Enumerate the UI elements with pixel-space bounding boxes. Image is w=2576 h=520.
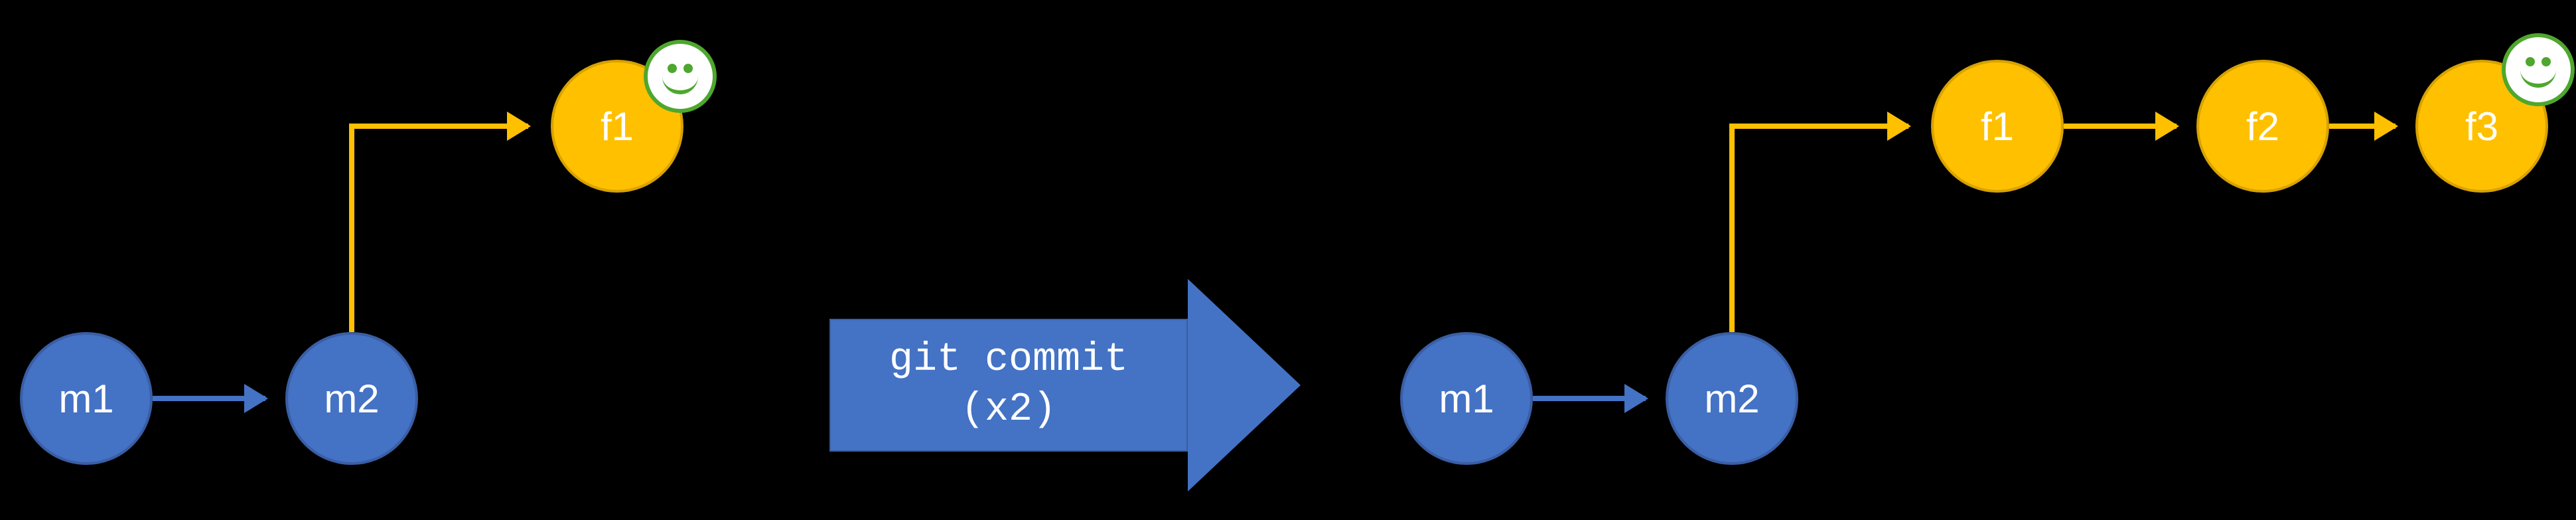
- right-edge-f1-f2: [2064, 124, 2177, 129]
- left-commit-m2: m2: [285, 332, 418, 465]
- commit-label: m2: [1704, 376, 1759, 422]
- commit-label: m1: [1439, 376, 1494, 422]
- left-edge-m2-f1-horizontal: [349, 124, 528, 129]
- commit-label: f1: [601, 104, 634, 149]
- commit-label: f2: [2246, 104, 2279, 149]
- action-arrow-head: [1188, 279, 1301, 491]
- right-commit-m2: m2: [1666, 332, 1798, 465]
- action-repeat: (x2): [961, 385, 1056, 435]
- commit-label: m2: [324, 376, 379, 422]
- left-edge-m1-m2: [153, 396, 265, 401]
- right-edge-m2-f1-horizontal: [1729, 124, 1908, 129]
- commit-label: m1: [58, 376, 113, 422]
- right-edge-m2-f1-vertical: [1729, 124, 1735, 332]
- right-commit-f1: f1: [1931, 60, 2064, 193]
- commit-label: f3: [2465, 104, 2498, 149]
- left-commit-m1: m1: [20, 332, 153, 465]
- action-arrow: git commit (x2): [829, 279, 1301, 491]
- right-commit-m1: m1: [1400, 332, 1533, 465]
- diagram-stage: m1 m2 f1 git commit (x2) m1 m2 f1: [0, 0, 2576, 520]
- left-edge-m2-f1-vertical: [349, 124, 354, 332]
- right-edge-m1-m2: [1533, 396, 1646, 401]
- action-command: git commit: [889, 335, 1128, 385]
- right-edge-f2-f3: [2329, 124, 2396, 129]
- right-commit-f2: f2: [2196, 60, 2329, 193]
- commit-label: f1: [1981, 104, 2014, 149]
- head-marker-left: [644, 40, 717, 113]
- head-marker-right: [2502, 33, 2575, 106]
